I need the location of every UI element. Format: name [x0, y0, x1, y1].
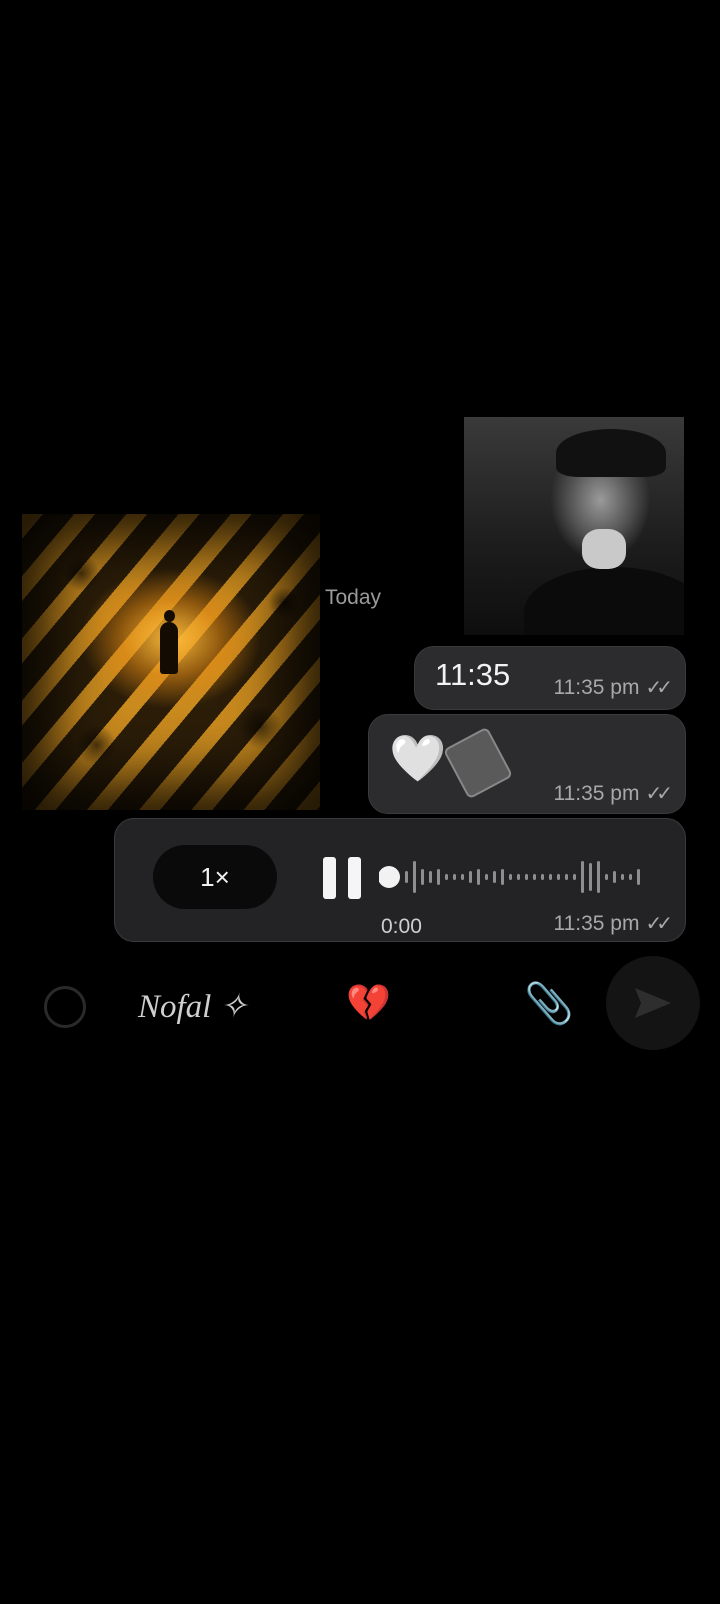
- broken-heart-icon[interactable]: 💔: [346, 982, 391, 1024]
- figure-head: [164, 610, 175, 622]
- attachment-icon[interactable]: 📎: [524, 980, 574, 1027]
- read-ticks-icon: ✓✓: [645, 783, 672, 805]
- sticker-icon[interactable]: [44, 986, 86, 1028]
- coffin-emoji: [442, 726, 514, 800]
- message-bubble-emoji[interactable]: 🤍 11:35 pm ✓✓: [368, 714, 686, 814]
- read-ticks-icon: ✓✓: [645, 677, 672, 699]
- message-time: 11:35 pm: [553, 676, 640, 699]
- message-bubble-text[interactable]: 11:35 11:35 pm ✓✓: [414, 646, 686, 710]
- message-input-bar: Nofal ✧ 💔 📎: [0, 952, 720, 1050]
- pause-icon[interactable]: [323, 857, 363, 899]
- message-time: 11:35 pm: [553, 912, 640, 935]
- bandaged-heart-emoji: 🤍: [389, 732, 447, 784]
- photo-hair: [556, 429, 666, 477]
- photo-left[interactable]: [22, 514, 320, 810]
- photo-coat: [524, 567, 684, 635]
- message-meta: 11:35 pm ✓✓: [553, 911, 672, 936]
- message-meta: 11:35 pm ✓✓: [553, 675, 672, 700]
- photo-hand: [582, 529, 626, 569]
- playback-speed-button[interactable]: 1×: [153, 845, 277, 909]
- photo-right[interactable]: [464, 417, 684, 635]
- message-bubble-voice[interactable]: 1× 0:00 11:35 pm ✓✓: [114, 818, 686, 942]
- figure-body: [160, 622, 178, 674]
- send-button[interactable]: [606, 956, 700, 1050]
- message-text: 11:35: [435, 657, 511, 692]
- message-meta: 11:35 pm ✓✓: [553, 781, 672, 806]
- voice-position: 0:00: [381, 915, 422, 938]
- date-separator: Today: [325, 586, 382, 609]
- message-time: 11:35 pm: [553, 782, 640, 805]
- voice-waveform[interactable]: [379, 847, 651, 907]
- send-icon: [635, 988, 671, 1018]
- read-ticks-icon: ✓✓: [645, 913, 672, 935]
- message-input[interactable]: Nofal ✧: [138, 986, 247, 1026]
